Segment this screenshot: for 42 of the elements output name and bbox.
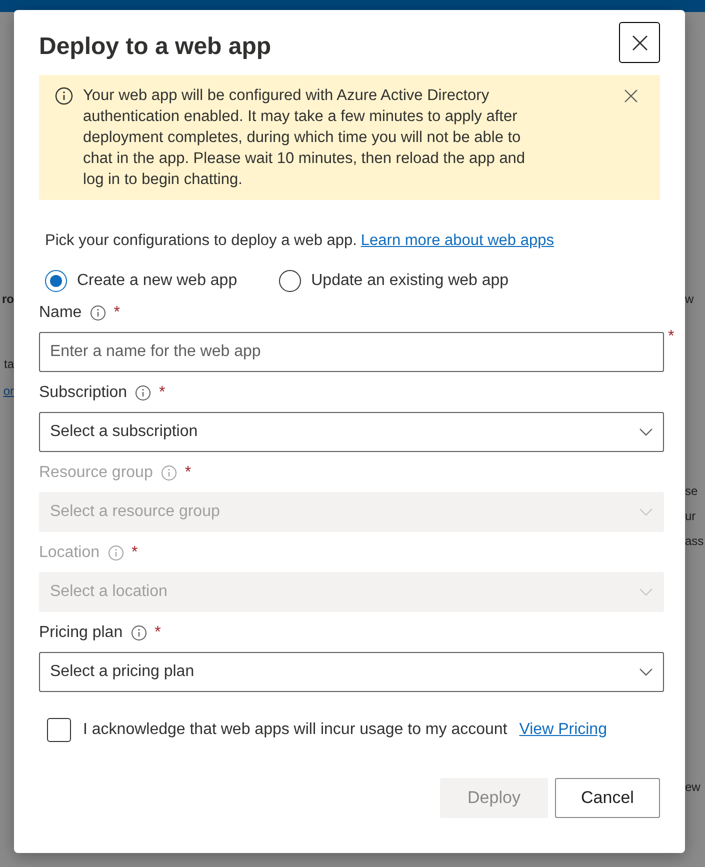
field-label: Name bbox=[39, 304, 82, 322]
acknowledge-label: I acknowledge that web apps will incur usage to my account bbox=[83, 721, 508, 739]
close-icon bbox=[630, 34, 648, 52]
chevron-down-icon bbox=[639, 588, 653, 596]
field-label: Subscription bbox=[39, 384, 128, 402]
required-mark: * bbox=[114, 304, 120, 322]
info-icon[interactable] bbox=[135, 385, 152, 401]
background-text: ro bbox=[2, 292, 14, 306]
intro-text: Pick your configurations to deploy a web app. bbox=[45, 232, 357, 249]
close-button[interactable] bbox=[619, 22, 660, 63]
background-text: ta bbox=[4, 357, 14, 371]
background-text: ew bbox=[685, 780, 700, 794]
dropdown-field[interactable]: Select a pricing plan bbox=[39, 652, 664, 692]
radio-option[interactable]: Create a new web app bbox=[45, 270, 238, 292]
background-text: ur bbox=[685, 509, 696, 523]
field-label: Resource group bbox=[39, 464, 153, 482]
chevron-down-icon bbox=[639, 508, 653, 516]
background-text: w bbox=[685, 292, 694, 306]
cancel-button[interactable]: Cancel bbox=[555, 778, 660, 818]
background-text: se bbox=[685, 484, 698, 498]
name-input[interactable]: Enter a name for the web app bbox=[39, 332, 664, 372]
required-mark: * bbox=[159, 384, 166, 402]
info-icon[interactable] bbox=[90, 305, 106, 321]
required-mark: * bbox=[132, 544, 138, 562]
info-icon[interactable] bbox=[130, 625, 147, 641]
required-mark: * bbox=[154, 624, 161, 642]
field-label: Location bbox=[39, 544, 100, 562]
field-label: Pricing plan bbox=[39, 624, 123, 642]
dismiss-icon[interactable] bbox=[624, 89, 638, 103]
acknowledge-checkbox[interactable] bbox=[47, 718, 71, 742]
radio-option[interactable]: Update an existing web app bbox=[279, 270, 509, 292]
chevron-down-icon bbox=[639, 668, 653, 676]
dialog-title: Deploy to a web app bbox=[39, 32, 272, 60]
chevron-down-icon bbox=[639, 428, 653, 436]
banner-message: Your web app will be configured with Azure Active Directory authentication enabled. It may take a few minutes to apply after deployment completes, during which time you will not be able to chat in the app. Please wait 10 minutes, then reload the app and log in to begin chatting. bbox=[83, 86, 526, 190]
info-icon bbox=[55, 87, 73, 105]
dropdown-field[interactable]: Select a subscription bbox=[39, 412, 664, 452]
learn-more-link[interactable]: Learn more about web apps bbox=[360, 232, 554, 249]
required-mark: * bbox=[184, 464, 192, 482]
background-text: ass bbox=[685, 534, 704, 548]
view-pricing-link[interactable]: View Pricing bbox=[519, 721, 607, 739]
required-mark: * bbox=[668, 328, 674, 346]
